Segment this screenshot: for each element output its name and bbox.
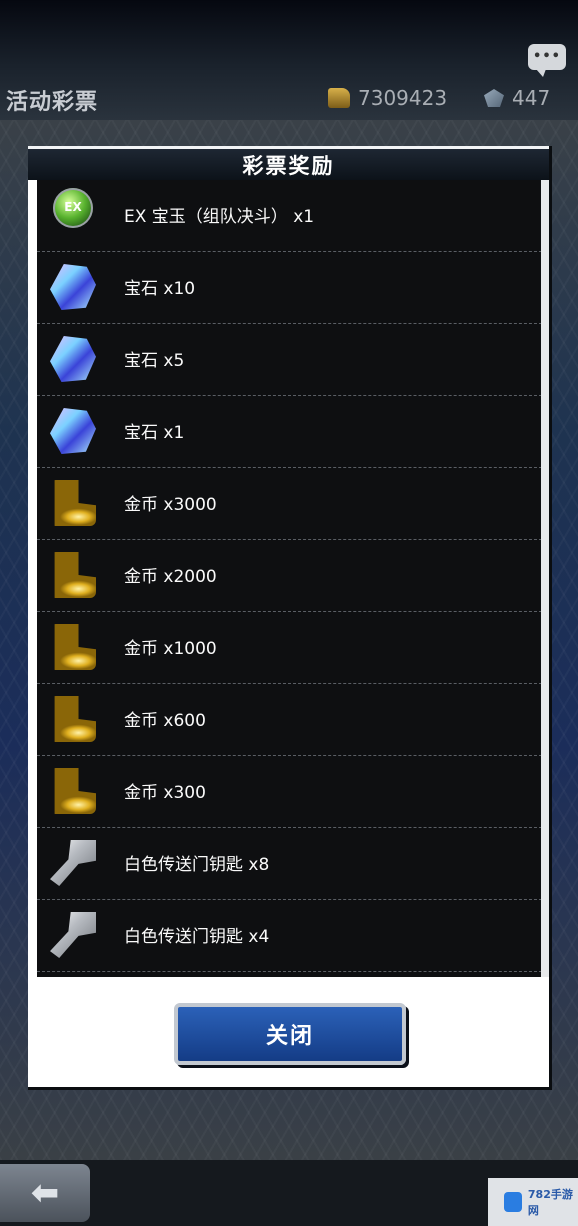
- list-item: 金币 x600: [37, 684, 542, 756]
- chat-button[interactable]: •••: [528, 44, 566, 77]
- divider: [37, 971, 542, 972]
- site-watermark: 782手游网: [488, 1178, 578, 1226]
- reward-label: 宝石 x1: [124, 423, 185, 443]
- key-icon: [50, 912, 96, 958]
- reward-label: 金币 x2000: [124, 567, 217, 587]
- coin-stack-icon: [54, 552, 96, 598]
- list-item: 宝石 x5: [37, 324, 542, 396]
- coin-stack-icon: [54, 624, 96, 670]
- gold-amount: 7309423: [358, 86, 448, 110]
- reward-label: 金币 x3000: [124, 495, 217, 515]
- gem-icon: [50, 336, 96, 382]
- gem-icon: [484, 89, 504, 107]
- ex-badge-text: EX: [64, 200, 82, 214]
- page-title: 活动彩票: [6, 90, 99, 115]
- reward-label: 宝石 x10: [124, 279, 196, 299]
- lottery-reward-modal: 彩票奖励 EX EX 宝玉（组队决斗） x1 宝石 x10 宝石 x5 宝石 x…: [28, 146, 549, 1087]
- list-item: 白色传送门钥匙 x4: [37, 900, 542, 972]
- coin-stack-icon: [54, 696, 96, 742]
- site-logo-icon: [504, 1192, 522, 1212]
- gem-icon: [50, 264, 96, 310]
- list-item: 金币 x3000: [37, 468, 542, 540]
- coin-stack-icon: [54, 768, 96, 814]
- reward-label: 白色传送门钥匙 x8: [124, 855, 270, 875]
- back-arrow-icon: ⬅: [30, 1173, 60, 1213]
- list-scrollbar[interactable]: [541, 180, 549, 977]
- reward-label: 金币 x600: [124, 711, 206, 731]
- reward-label: EX 宝玉（组队决斗） x1: [124, 207, 315, 227]
- list-item: 金币 x1000: [37, 612, 542, 684]
- modal-title: 彩票奖励: [242, 154, 335, 178]
- gem-icon: [50, 408, 96, 454]
- list-item: 宝石 x10: [37, 252, 542, 324]
- back-button[interactable]: ⬅: [0, 1164, 90, 1222]
- reward-label: 宝石 x5: [124, 351, 185, 371]
- ex-orb-icon: EX: [53, 188, 93, 228]
- gem-currency: 447: [484, 86, 550, 110]
- reward-label: 金币 x300: [124, 783, 206, 803]
- close-button[interactable]: 关闭: [174, 1003, 406, 1065]
- gold-boot-icon: [328, 88, 350, 108]
- list-item: 金币 x300: [37, 756, 542, 828]
- reward-list[interactable]: EX EX 宝玉（组队决斗） x1 宝石 x10 宝石 x5 宝石 x1 金币 …: [37, 180, 542, 977]
- list-item: 金币 x2000: [37, 540, 542, 612]
- gold-currency: 7309423: [328, 86, 447, 110]
- list-item: 白色传送门钥匙 x8: [37, 828, 542, 900]
- list-item: 宝石 x1: [37, 396, 542, 468]
- key-icon: [50, 840, 96, 886]
- watermark-text: 782手游网: [527, 1188, 573, 1217]
- modal-header: 彩票奖励: [28, 146, 549, 180]
- reward-label: 金币 x1000: [124, 639, 217, 659]
- reward-label: 白色传送门钥匙 x4: [124, 927, 270, 947]
- list-item: EX EX 宝玉（组队决斗） x1: [37, 180, 542, 252]
- gem-amount: 447: [512, 86, 551, 110]
- coin-stack-icon: [54, 480, 96, 526]
- chat-bubble-icon: •••: [533, 49, 561, 64]
